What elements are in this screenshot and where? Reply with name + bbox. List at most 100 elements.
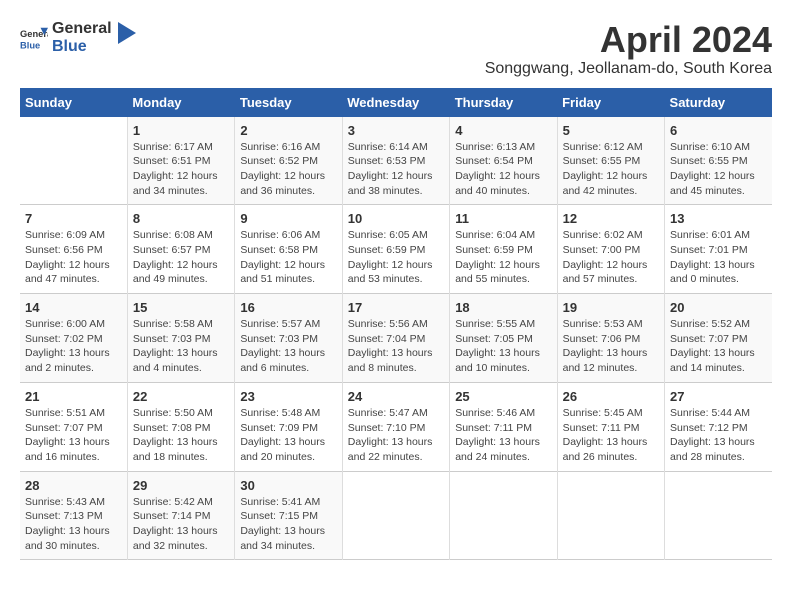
day-info: Sunrise: 5:46 AM Sunset: 7:11 PM Dayligh… — [455, 406, 551, 465]
day-info: Sunrise: 5:55 AM Sunset: 7:05 PM Dayligh… — [455, 317, 551, 376]
day-number: 14 — [25, 300, 122, 315]
day-number: 21 — [25, 389, 122, 404]
day-cell: 25 Sunrise: 5:46 AM Sunset: 7:11 PM Dayli… — [450, 382, 557, 471]
week-row-5: 28 Sunrise: 5:43 AM Sunset: 7:13 PM Dayli… — [20, 471, 772, 560]
calendar-table: Sunday Monday Tuesday Wednesday Thursday… — [20, 88, 772, 561]
header-friday: Friday — [557, 88, 664, 117]
day-info: Sunrise: 6:01 AM Sunset: 7:01 PM Dayligh… — [670, 228, 767, 287]
day-number: 28 — [25, 478, 122, 493]
day-cell: 24 Sunrise: 5:47 AM Sunset: 7:10 PM Dayli… — [342, 382, 449, 471]
day-info: Sunrise: 6:12 AM Sunset: 6:55 PM Dayligh… — [563, 140, 659, 199]
day-cell: 20 Sunrise: 5:52 AM Sunset: 7:07 PM Dayli… — [665, 294, 772, 383]
day-cell: 7 Sunrise: 6:09 AM Sunset: 6:56 PM Daylig… — [20, 205, 127, 294]
day-info: Sunrise: 6:00 AM Sunset: 7:02 PM Dayligh… — [25, 317, 122, 376]
day-cell: 3Sunrise: 6:14 AM Sunset: 6:53 PM Daylig… — [342, 117, 449, 205]
day-cell: 2 Sunrise: 6:16 AM Sunset: 6:52 PM Daylig… — [235, 117, 342, 205]
day-number: 25 — [455, 389, 551, 404]
day-number: 29 — [133, 478, 229, 493]
day-number: 15 — [133, 300, 229, 315]
day-info: Sunrise: 5:50 AM Sunset: 7:08 PM Dayligh… — [133, 406, 229, 465]
day-number: 5 — [563, 123, 659, 138]
day-info: Sunrise: 5:57 AM Sunset: 7:03 PM Dayligh… — [240, 317, 336, 376]
day-cell: 29 Sunrise: 5:42 AM Sunset: 7:14 PM Dayli… — [127, 471, 234, 560]
day-info: Sunrise: 5:41 AM Sunset: 7:15 PM Dayligh… — [240, 495, 336, 554]
day-info: Sunrise: 6:08 AM Sunset: 6:57 PM Dayligh… — [133, 228, 229, 287]
logo: General Blue General Blue — [20, 20, 136, 55]
day-cell: 30 Sunrise: 5:41 AM Sunset: 7:15 PM Dayli… — [235, 471, 342, 560]
day-info: Sunrise: 6:05 AM Sunset: 6:59 PM Dayligh… — [348, 228, 444, 287]
header-monday: Monday — [127, 88, 234, 117]
day-number: 12 — [563, 211, 659, 226]
day-info: Sunrise: 5:51 AM Sunset: 7:07 PM Dayligh… — [25, 406, 122, 465]
day-info: Sunrise: 5:58 AM Sunset: 7:03 PM Dayligh… — [133, 317, 229, 376]
day-cell: 18 Sunrise: 5:55 AM Sunset: 7:05 PM Dayli… — [450, 294, 557, 383]
day-number: 2 — [240, 123, 336, 138]
day-number: 26 — [563, 389, 659, 404]
month-title: April 2024 — [485, 20, 772, 60]
page-header: General Blue General Blue April 2024 Son… — [20, 20, 772, 78]
day-cell: 28 Sunrise: 5:43 AM Sunset: 7:13 PM Dayli… — [20, 471, 127, 560]
day-info: Sunrise: 5:53 AM Sunset: 7:06 PM Dayligh… — [563, 317, 659, 376]
logo-general-text: General — [52, 20, 112, 38]
title-section: April 2024 Songgwang, Jeollanam-do, Sout… — [485, 20, 772, 78]
day-number: 16 — [240, 300, 336, 315]
day-number: 18 — [455, 300, 551, 315]
day-number: 11 — [455, 211, 551, 226]
logo-arrow-icon — [118, 22, 136, 44]
day-number: 24 — [348, 389, 444, 404]
day-number: 4 — [455, 123, 551, 138]
svg-text:Blue: Blue — [20, 40, 40, 50]
day-cell: 22 Sunrise: 5:50 AM Sunset: 7:08 PM Dayli… — [127, 382, 234, 471]
day-cell: 14 Sunrise: 6:00 AM Sunset: 7:02 PM Dayli… — [20, 294, 127, 383]
day-cell: 9Sunrise: 6:06 AM Sunset: 6:58 PM Daylig… — [235, 205, 342, 294]
day-cell: 15 Sunrise: 5:58 AM Sunset: 7:03 PM Dayli… — [127, 294, 234, 383]
day-number: 9 — [240, 211, 336, 226]
header-tuesday: Tuesday — [235, 88, 342, 117]
calendar-body: 1Sunrise: 6:17 AM Sunset: 6:51 PM Daylig… — [20, 117, 772, 560]
day-number: 19 — [563, 300, 659, 315]
logo-blue-text: Blue — [52, 38, 112, 56]
day-number: 7 — [25, 211, 122, 226]
logo-icon: General Blue — [20, 24, 48, 52]
day-cell — [450, 471, 557, 560]
day-cell: 16 Sunrise: 5:57 AM Sunset: 7:03 PM Dayli… — [235, 294, 342, 383]
day-number: 22 — [133, 389, 229, 404]
day-cell: 19 Sunrise: 5:53 AM Sunset: 7:06 PM Dayli… — [557, 294, 664, 383]
day-info: Sunrise: 5:43 AM Sunset: 7:13 PM Dayligh… — [25, 495, 122, 554]
day-cell: 13Sunrise: 6:01 AM Sunset: 7:01 PM Dayli… — [665, 205, 772, 294]
header-thursday: Thursday — [450, 88, 557, 117]
day-info: Sunrise: 5:47 AM Sunset: 7:10 PM Dayligh… — [348, 406, 444, 465]
week-row-4: 21 Sunrise: 5:51 AM Sunset: 7:07 PM Dayli… — [20, 382, 772, 471]
day-info: Sunrise: 6:09 AM Sunset: 6:56 PM Dayligh… — [25, 228, 122, 287]
day-info: Sunrise: 6:10 AM Sunset: 6:55 PM Dayligh… — [670, 140, 767, 199]
day-number: 30 — [240, 478, 336, 493]
week-row-1: 1Sunrise: 6:17 AM Sunset: 6:51 PM Daylig… — [20, 117, 772, 205]
day-cell: 11Sunrise: 6:04 AM Sunset: 6:59 PM Dayli… — [450, 205, 557, 294]
day-info: Sunrise: 5:45 AM Sunset: 7:11 PM Dayligh… — [563, 406, 659, 465]
day-info: Sunrise: 6:02 AM Sunset: 7:00 PM Dayligh… — [563, 228, 659, 287]
day-number: 1 — [133, 123, 229, 138]
day-info: Sunrise: 5:56 AM Sunset: 7:04 PM Dayligh… — [348, 317, 444, 376]
day-info: Sunrise: 5:44 AM Sunset: 7:12 PM Dayligh… — [670, 406, 767, 465]
day-cell: 27Sunrise: 5:44 AM Sunset: 7:12 PM Dayli… — [665, 382, 772, 471]
day-info: Sunrise: 5:48 AM Sunset: 7:09 PM Dayligh… — [240, 406, 336, 465]
calendar-header: Sunday Monday Tuesday Wednesday Thursday… — [20, 88, 772, 117]
day-cell — [20, 117, 127, 205]
day-number: 6 — [670, 123, 767, 138]
day-number: 10 — [348, 211, 444, 226]
day-cell: 23 Sunrise: 5:48 AM Sunset: 7:09 PM Dayli… — [235, 382, 342, 471]
day-info: Sunrise: 6:16 AM Sunset: 6:52 PM Dayligh… — [240, 140, 336, 199]
day-cell: 4Sunrise: 6:13 AM Sunset: 6:54 PM Daylig… — [450, 117, 557, 205]
weekday-header-row: Sunday Monday Tuesday Wednesday Thursday… — [20, 88, 772, 117]
day-cell — [557, 471, 664, 560]
day-cell: 5 Sunrise: 6:12 AM Sunset: 6:55 PM Daylig… — [557, 117, 664, 205]
week-row-3: 14 Sunrise: 6:00 AM Sunset: 7:02 PM Dayli… — [20, 294, 772, 383]
day-number: 8 — [133, 211, 229, 226]
day-info: Sunrise: 5:52 AM Sunset: 7:07 PM Dayligh… — [670, 317, 767, 376]
day-cell: 26 Sunrise: 5:45 AM Sunset: 7:11 PM Dayli… — [557, 382, 664, 471]
day-number: 20 — [670, 300, 767, 315]
day-cell: 6 Sunrise: 6:10 AM Sunset: 6:55 PM Daylig… — [665, 117, 772, 205]
day-number: 23 — [240, 389, 336, 404]
day-info: Sunrise: 5:42 AM Sunset: 7:14 PM Dayligh… — [133, 495, 229, 554]
day-cell — [665, 471, 772, 560]
